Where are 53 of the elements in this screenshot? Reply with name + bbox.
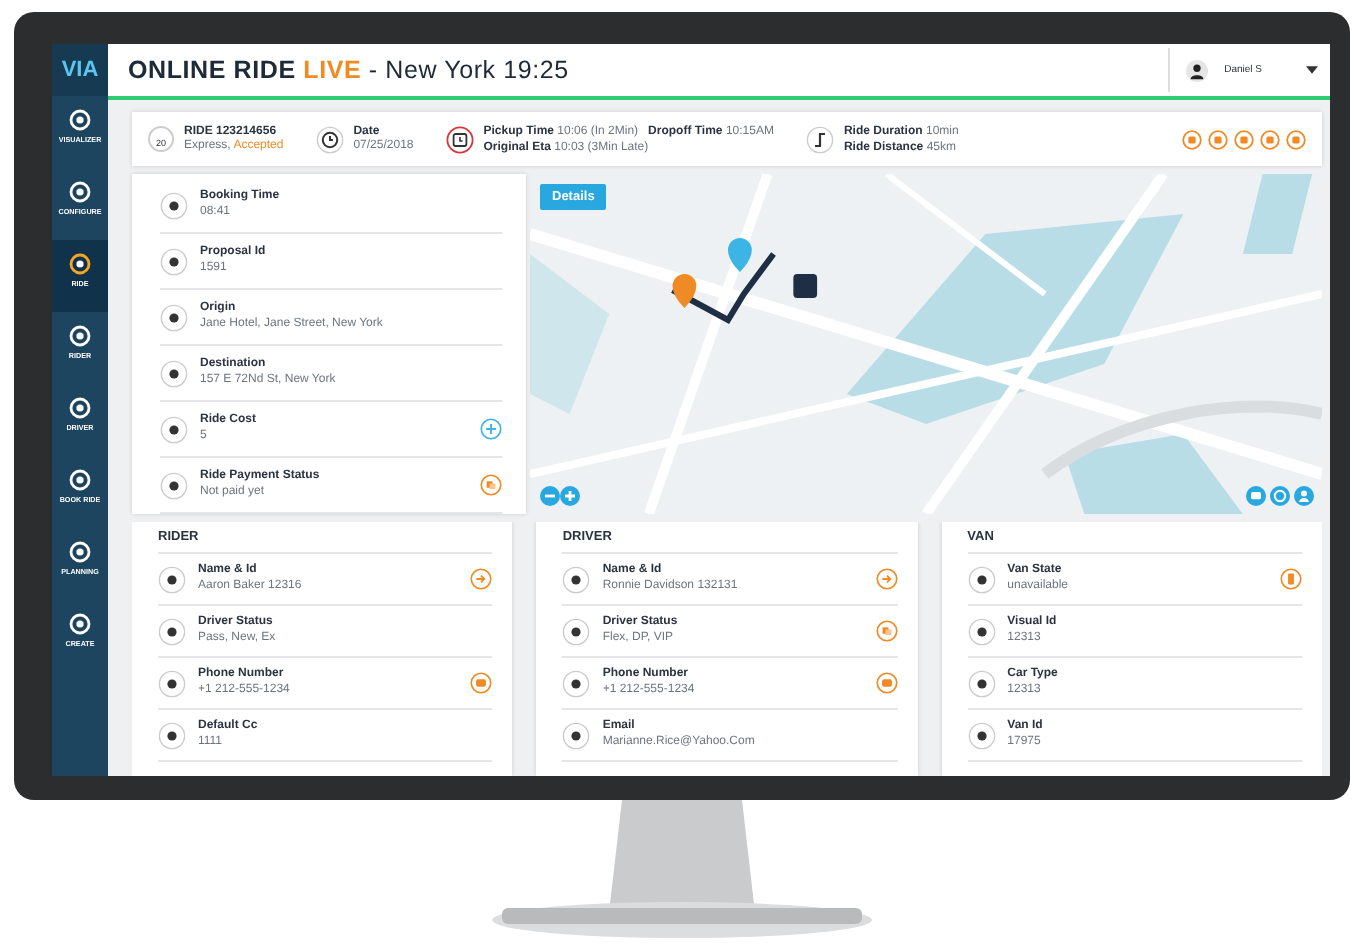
- chat-icon[interactable]: [470, 672, 493, 694]
- round-icon: [967, 721, 996, 749]
- round-icon: [160, 247, 188, 275]
- person-icon: [1294, 486, 1314, 506]
- alarm-clock-icon: [445, 125, 474, 153]
- round-icon: [158, 669, 186, 697]
- caret-icon: [1306, 66, 1318, 74]
- clock-icon: [315, 125, 344, 153]
- round-icon: [562, 669, 591, 697]
- square-icon: [1208, 129, 1228, 149]
- ring-icon: [68, 108, 92, 132]
- round-icon: [967, 565, 996, 593]
- square-icon: [1260, 129, 1280, 149]
- ring-icon: [68, 324, 92, 348]
- ring-icon: [68, 540, 92, 564]
- plus-icon[interactable]: [480, 418, 502, 440]
- ring-icon: [1270, 486, 1290, 506]
- money-icon[interactable]: [875, 620, 898, 642]
- action-button[interactable]: [1208, 129, 1228, 149]
- round-icon: [158, 565, 186, 593]
- ring-icon: [68, 396, 92, 420]
- page-title: ONLINE RIDE LIVE - New York 19:25: [128, 56, 569, 84]
- chat-icon[interactable]: [875, 672, 898, 694]
- action-button[interactable]: [1182, 129, 1202, 149]
- ring-icon: [68, 612, 92, 636]
- action-button[interactable]: [1234, 129, 1254, 149]
- money-icon[interactable]: [480, 474, 502, 496]
- round-icon: [160, 303, 188, 331]
- logo: VIA: [52, 44, 108, 96]
- round-icon: [160, 359, 188, 387]
- phone-icon[interactable]: [1279, 568, 1302, 590]
- round-icon: [158, 721, 186, 749]
- action-button[interactable]: [1260, 129, 1280, 149]
- round-icon: [967, 617, 996, 645]
- action-button[interactable]: [1286, 129, 1306, 149]
- ring-icon: [68, 180, 92, 204]
- round-icon: [160, 415, 188, 443]
- square-icon: [1182, 129, 1202, 149]
- ring-icon: [68, 468, 92, 492]
- round-icon: [562, 721, 591, 749]
- avatar-icon: [1186, 59, 1209, 81]
- ring-icon: [68, 252, 92, 276]
- route-icon: [805, 125, 834, 153]
- square-icon: [1234, 129, 1254, 149]
- plus-icon: [560, 486, 580, 506]
- round-icon: [160, 471, 188, 499]
- round-icon: [160, 191, 188, 219]
- round-icon: [967, 669, 996, 697]
- round-icon: [562, 565, 591, 593]
- round-icon: [562, 617, 591, 645]
- arrow-icon[interactable]: [470, 568, 493, 590]
- square-icon: [1286, 129, 1306, 149]
- round-icon: [158, 617, 186, 645]
